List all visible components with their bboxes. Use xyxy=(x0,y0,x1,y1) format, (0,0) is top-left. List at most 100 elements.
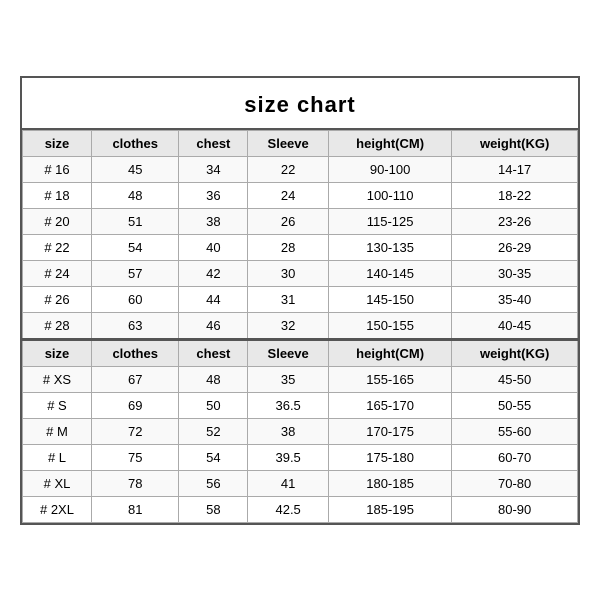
col-weight-2: weight(KG) xyxy=(452,339,578,366)
table-row: # 28634632150-15540-45 xyxy=(23,312,578,339)
col-chest-2: chest xyxy=(179,339,248,366)
table-cell: 46 xyxy=(179,312,248,339)
table-cell: 175-180 xyxy=(328,444,451,470)
table-cell: # XL xyxy=(23,470,92,496)
table-cell: # 2XL xyxy=(23,496,92,522)
table-cell: 22 xyxy=(248,156,329,182)
table-cell: 45-50 xyxy=(452,366,578,392)
table2-body: # XS674835155-16545-50# S695036.5165-170… xyxy=(23,366,578,522)
table-cell: # M xyxy=(23,418,92,444)
col-height-2: height(CM) xyxy=(328,339,451,366)
table-cell: 145-150 xyxy=(328,286,451,312)
table-cell: 185-195 xyxy=(328,496,451,522)
table-cell: 75 xyxy=(91,444,178,470)
table-cell: 28 xyxy=(248,234,329,260)
table-cell: 90-100 xyxy=(328,156,451,182)
table-row: # 18483624100-11018-22 xyxy=(23,182,578,208)
table-cell: # L xyxy=(23,444,92,470)
size-table: size clothes chest Sleeve height(CM) wei… xyxy=(22,130,578,523)
table-cell: 48 xyxy=(179,366,248,392)
table-cell: 140-145 xyxy=(328,260,451,286)
table-cell: 165-170 xyxy=(328,392,451,418)
table-cell: 35 xyxy=(248,366,329,392)
table-cell: 56 xyxy=(179,470,248,496)
table-cell: 35-40 xyxy=(452,286,578,312)
table-cell: # 18 xyxy=(23,182,92,208)
table-cell: 100-110 xyxy=(328,182,451,208)
table-cell: 44 xyxy=(179,286,248,312)
table-cell: 54 xyxy=(179,444,248,470)
table-row: # 2XL815842.5185-19580-90 xyxy=(23,496,578,522)
col-clothes-1: clothes xyxy=(91,130,178,156)
table-cell: 52 xyxy=(179,418,248,444)
col-weight-1: weight(KG) xyxy=(452,130,578,156)
table-cell: # S xyxy=(23,392,92,418)
table-row: # M725238170-17555-60 xyxy=(23,418,578,444)
table-cell: 115-125 xyxy=(328,208,451,234)
table-cell: 51 xyxy=(91,208,178,234)
table-row: # 20513826115-12523-26 xyxy=(23,208,578,234)
table-cell: 70-80 xyxy=(452,470,578,496)
table-cell: 14-17 xyxy=(452,156,578,182)
table-cell: 39.5 xyxy=(248,444,329,470)
table-cell: 30-35 xyxy=(452,260,578,286)
col-size-2: size xyxy=(23,339,92,366)
table-cell: 69 xyxy=(91,392,178,418)
table2-header: size clothes chest Sleeve height(CM) wei… xyxy=(23,339,578,366)
table-cell: 48 xyxy=(91,182,178,208)
col-size-1: size xyxy=(23,130,92,156)
table-cell: 50-55 xyxy=(452,392,578,418)
table-cell: 42 xyxy=(179,260,248,286)
table-row: # 26604431145-15035-40 xyxy=(23,286,578,312)
table-cell: 42.5 xyxy=(248,496,329,522)
table-cell: 31 xyxy=(248,286,329,312)
table-row: # 24574230140-14530-35 xyxy=(23,260,578,286)
table-cell: 41 xyxy=(248,470,329,496)
table-cell: # 28 xyxy=(23,312,92,339)
col-clothes-2: clothes xyxy=(91,339,178,366)
table-cell: 57 xyxy=(91,260,178,286)
table-cell: 23-26 xyxy=(452,208,578,234)
table-cell: 26-29 xyxy=(452,234,578,260)
table-row: # L755439.5175-18060-70 xyxy=(23,444,578,470)
table-cell: # 24 xyxy=(23,260,92,286)
col-sleeve-2: Sleeve xyxy=(248,339,329,366)
col-height-1: height(CM) xyxy=(328,130,451,156)
table-cell: 45 xyxy=(91,156,178,182)
table-cell: 180-185 xyxy=(328,470,451,496)
table-cell: 50 xyxy=(179,392,248,418)
table-cell: 60-70 xyxy=(452,444,578,470)
table-row: # XL785641180-18570-80 xyxy=(23,470,578,496)
table-cell: 24 xyxy=(248,182,329,208)
table-row: # 22544028130-13526-29 xyxy=(23,234,578,260)
table-cell: 36.5 xyxy=(248,392,329,418)
table-cell: # 26 xyxy=(23,286,92,312)
table-cell: 78 xyxy=(91,470,178,496)
table-cell: 130-135 xyxy=(328,234,451,260)
table-cell: # XS xyxy=(23,366,92,392)
chart-title: size chart xyxy=(22,78,578,130)
table-cell: 30 xyxy=(248,260,329,286)
table-cell: 36 xyxy=(179,182,248,208)
col-sleeve-1: Sleeve xyxy=(248,130,329,156)
table-cell: 40-45 xyxy=(452,312,578,339)
table-cell: 40 xyxy=(179,234,248,260)
table-cell: # 20 xyxy=(23,208,92,234)
table-cell: 72 xyxy=(91,418,178,444)
table-cell: 58 xyxy=(179,496,248,522)
table-cell: 67 xyxy=(91,366,178,392)
table-cell: 155-165 xyxy=(328,366,451,392)
table-cell: 26 xyxy=(248,208,329,234)
table-cell: 63 xyxy=(91,312,178,339)
table-cell: 18-22 xyxy=(452,182,578,208)
table-cell: # 22 xyxy=(23,234,92,260)
table-cell: 32 xyxy=(248,312,329,339)
table-cell: 38 xyxy=(179,208,248,234)
table-cell: 34 xyxy=(179,156,248,182)
table-cell: 80-90 xyxy=(452,496,578,522)
table-row: # XS674835155-16545-50 xyxy=(23,366,578,392)
table-cell: 55-60 xyxy=(452,418,578,444)
table-row: # 1645342290-10014-17 xyxy=(23,156,578,182)
table-cell: 150-155 xyxy=(328,312,451,339)
table-cell: 170-175 xyxy=(328,418,451,444)
